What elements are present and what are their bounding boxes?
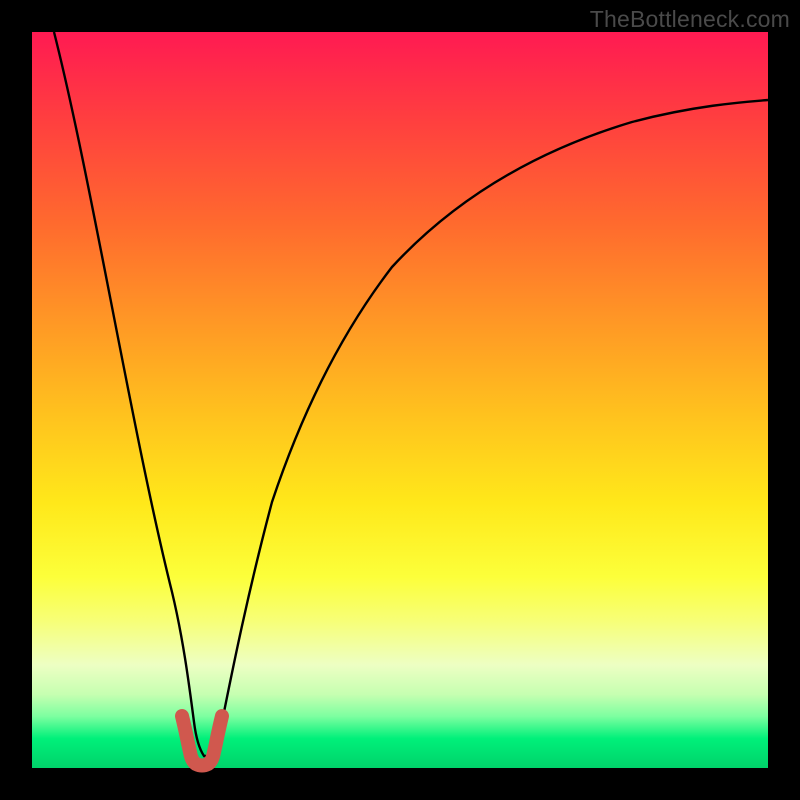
min-marker-icon: [182, 716, 222, 766]
bottleneck-curve: [54, 32, 768, 756]
watermark-text: TheBottleneck.com: [590, 6, 790, 33]
plot-area: [32, 32, 768, 768]
outer-frame: TheBottleneck.com: [0, 0, 800, 800]
chart-svg: [32, 32, 768, 768]
